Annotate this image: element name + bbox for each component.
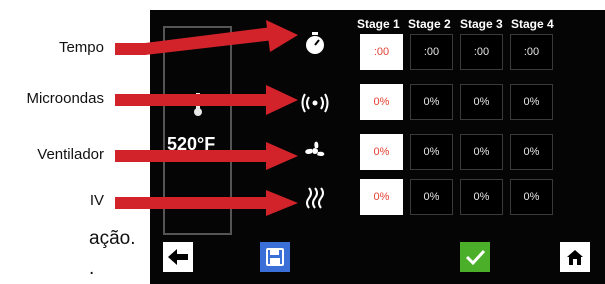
ventilador-stage-3-cell[interactable]: 0% xyxy=(460,134,503,170)
stage-1-header: Stage 1 xyxy=(357,17,400,31)
ventilador-stage-2-cell[interactable]: 0% xyxy=(410,134,453,170)
tempo-stage-2-cell[interactable]: :00 xyxy=(410,34,453,70)
tempo-stage-3-cell[interactable]: :00 xyxy=(460,34,503,70)
confirm-check-icon xyxy=(465,249,486,266)
microondas-stage-3-cell[interactable]: 0% xyxy=(460,84,503,120)
annotation-label-ventilador: Ventilador xyxy=(37,146,104,163)
annotation-label-microondas: Microondas xyxy=(26,90,104,107)
timer-icon xyxy=(306,32,324,54)
microondas-stage-2-cell[interactable]: 0% xyxy=(410,84,453,120)
thermometer-icon xyxy=(194,93,202,116)
home-icon xyxy=(567,250,583,265)
tempo-stage-1-cell[interactable]: :00 xyxy=(360,34,403,70)
infrared-heat-icon xyxy=(306,187,324,209)
tempo-stage-4-cell[interactable]: :00 xyxy=(510,34,553,70)
ventilador-stage-1-cell[interactable]: 0% xyxy=(360,134,403,170)
oven-control-screen: 520°F Stage 1 Stage 2 Stage 3 Stage 4 :0… xyxy=(150,10,605,284)
home-button[interactable] xyxy=(560,242,590,272)
microondas-stage-1-cell[interactable]: 0% xyxy=(360,84,403,120)
temperature-value: 520°F xyxy=(167,134,216,154)
text-fragment: ação. xyxy=(89,228,136,249)
iv-stage-2-cell[interactable]: 0% xyxy=(410,179,453,215)
iv-stage-4-cell[interactable]: 0% xyxy=(510,179,553,215)
back-arrow-icon xyxy=(168,249,188,265)
annotation-label-iv: IV xyxy=(89,192,104,209)
save-disk-icon xyxy=(266,248,284,266)
iv-stage-1-cell[interactable]: 0% xyxy=(360,179,403,215)
fan-icon xyxy=(305,141,325,157)
microondas-stage-4-cell[interactable]: 0% xyxy=(510,84,553,120)
confirm-button[interactable] xyxy=(460,242,490,272)
temperature-panel: 520°F xyxy=(163,26,232,235)
stage-2-header: Stage 2 xyxy=(408,17,451,31)
ventilador-stage-4-cell[interactable]: 0% xyxy=(510,134,553,170)
stage-3-header: Stage 3 xyxy=(460,17,503,31)
annotation-label-tempo: Tempo xyxy=(58,39,104,56)
save-button[interactable] xyxy=(260,242,290,272)
stage-4-header: Stage 4 xyxy=(511,17,554,31)
iv-stage-3-cell[interactable]: 0% xyxy=(460,179,503,215)
microwave-waves-icon xyxy=(301,93,329,113)
text-fragment: . xyxy=(89,258,95,279)
back-button[interactable] xyxy=(163,242,193,272)
